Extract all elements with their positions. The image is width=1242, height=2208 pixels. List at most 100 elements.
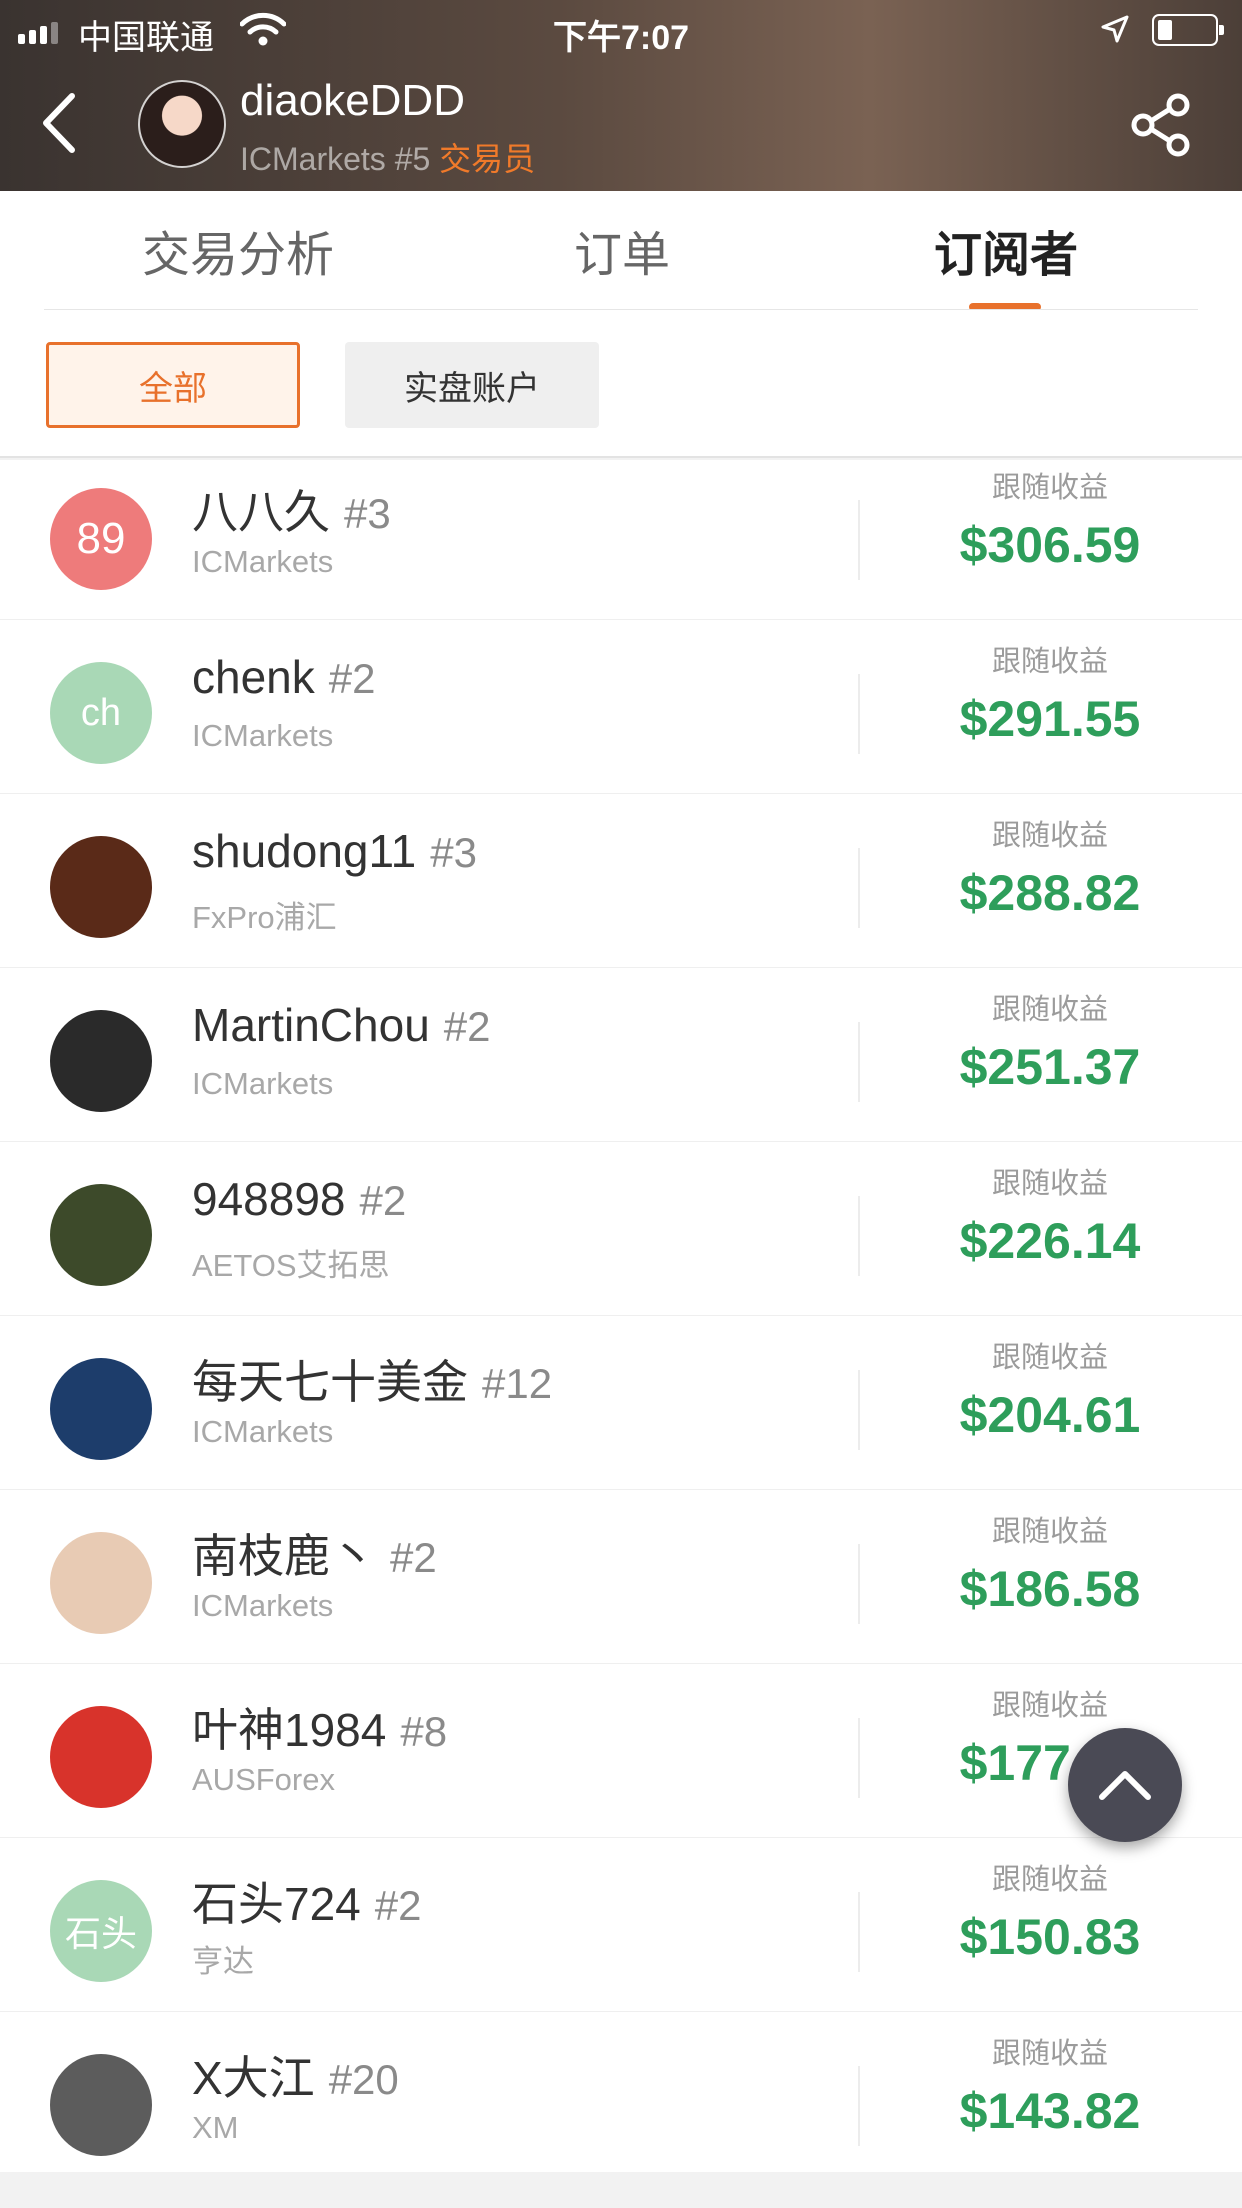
trader-name: diaokeDDD	[240, 76, 465, 125]
clock: 下午7:07	[552, 19, 690, 57]
subscriber-name-line: 八八久 #3	[192, 476, 391, 542]
list-item[interactable]: 石头 石头724 #2 亨达 跟随收益 $150.83	[0, 1838, 1242, 2012]
row-divider	[858, 1196, 860, 1276]
profit-value: $204.61	[959, 1387, 1141, 1443]
profit-label: 跟随收益	[991, 820, 1108, 852]
tab-bar: 交易分析 订单 订阅者	[0, 191, 1242, 311]
row-divider	[858, 500, 860, 580]
subscriber-rank: #2	[443, 1003, 491, 1050]
subscriber-name: 石头724	[192, 1878, 361, 1930]
subscriber-broker: ICMarkets	[192, 718, 334, 753]
subscriber-rank: #3	[344, 490, 391, 537]
subscriber-avatar	[50, 2054, 152, 2156]
subscriber-broker: ICMarkets	[192, 1588, 334, 1623]
back-chevron-icon[interactable]	[36, 88, 86, 158]
header: 中国联通 下午7:07 diaokeDDD ICMarkets #5 交易员	[0, 0, 1242, 191]
tab-orders[interactable]: 订单	[574, 215, 670, 285]
list-item[interactable]: 南枝鹿丶 #2 ICMarkets 跟随收益 $186.58	[0, 1490, 1242, 1664]
profit-value: $150.83	[959, 1909, 1141, 1965]
subscriber-broker: ICMarkets	[192, 544, 334, 579]
subscriber-broker: XM	[192, 2110, 239, 2145]
subscriber-rank: #8	[400, 1708, 448, 1755]
subscriber-avatar: 石头	[50, 1880, 152, 1982]
filter-bar: 全部 实盘账户	[0, 310, 1242, 458]
subscriber-name-line: 南枝鹿丶 #2	[192, 1520, 437, 1586]
list-footer	[0, 2172, 1242, 2208]
trader-broker-rank: ICMarkets #5	[240, 141, 431, 177]
subscriber-name: MartinChou	[192, 999, 430, 1051]
filter-all-button[interactable]: 全部	[46, 342, 300, 428]
subscriber-broker: FxPro浦汇	[192, 900, 337, 935]
subscriber-avatar: ch	[50, 662, 152, 764]
row-divider	[858, 674, 860, 754]
profit-label: 跟随收益	[991, 1516, 1108, 1548]
trader-role-badge: 交易员	[439, 141, 536, 177]
share-icon[interactable]	[1128, 92, 1194, 158]
subscriber-name: shudong11	[192, 825, 417, 877]
profit-label: 跟随收益	[991, 1342, 1108, 1374]
profit-label: 跟随收益	[991, 1864, 1108, 1896]
subscriber-avatar	[50, 1184, 152, 1286]
subscriber-rank: #20	[328, 2056, 399, 2103]
subscriber-broker: AUSForex	[192, 1762, 335, 1797]
profit-value: $291.55	[959, 691, 1141, 747]
scroll-to-top-button[interactable]	[1068, 1728, 1182, 1842]
row-divider	[858, 1892, 860, 1972]
subscriber-rank: #2	[359, 1177, 407, 1224]
list-item[interactable]: MartinChou #2 ICMarkets 跟随收益 $251.37	[0, 968, 1242, 1142]
row-divider	[858, 1718, 860, 1798]
list-item[interactable]: 89 八八久 #3 ICMarkets 跟随收益 $306.59	[0, 460, 1242, 620]
location-arrow-icon	[1101, 15, 1129, 43]
subscriber-avatar	[50, 1532, 152, 1634]
profit-label: 跟随收益	[991, 1690, 1108, 1722]
row-divider	[858, 1022, 860, 1102]
list-item[interactable]: 每天七十美金 #12 ICMarkets 跟随收益 $204.61	[0, 1316, 1242, 1490]
subscriber-name-line: shudong11 #3	[192, 824, 477, 878]
trader-avatar[interactable]	[138, 80, 226, 168]
subscriber-name: X大江	[192, 2052, 315, 2104]
subscriber-name: chenk	[192, 651, 315, 703]
subscriber-broker: ICMarkets	[192, 1066, 334, 1101]
row-divider	[858, 1370, 860, 1450]
list-item[interactable]: 948898 #2 AETOS艾拓思 跟随收益 $226.14	[0, 1142, 1242, 1316]
subscriber-avatar	[50, 836, 152, 938]
filter-live-account-button[interactable]: 实盘账户	[345, 342, 599, 428]
profit-label: 跟随收益	[991, 994, 1108, 1026]
subscriber-broker: ICMarkets	[192, 1414, 334, 1449]
chevron-up-icon	[1099, 1771, 1151, 1800]
list-item[interactable]: shudong11 #3 FxPro浦汇 跟随收益 $288.82	[0, 794, 1242, 968]
subscriber-rank: #2	[374, 1882, 422, 1929]
subscriber-avatar: 89	[50, 488, 152, 590]
profit-value: $306.59	[959, 517, 1141, 573]
profit-label: 跟随收益	[991, 646, 1108, 678]
subscriber-rank: #12	[482, 1360, 553, 1407]
subscriber-name: 八八久	[192, 486, 330, 538]
subscriber-broker: 亨达	[192, 1944, 254, 1979]
subscriber-name-line: 每天七十美金 #12	[192, 1346, 552, 1412]
list-item[interactable]: X大江 #20 XM 跟随收益 $143.82	[0, 2012, 1242, 2172]
subscriber-rank: #2	[328, 655, 376, 702]
subscriber-broker: AETOS艾拓思	[192, 1248, 390, 1283]
subscriber-list: 89 八八久 #3 ICMarkets 跟随收益 $306.59 ch chenk #2 ICMa…	[0, 460, 1242, 2172]
list-item[interactable]: 叶神1984 #8 AUSForex 跟随收益 $177.65	[0, 1664, 1242, 1838]
subscriber-name-line: 石头724 #2	[192, 1868, 421, 1934]
subscriber-name-line: X大江 #20	[192, 2042, 399, 2108]
subscriber-avatar	[50, 1010, 152, 1112]
subscriber-name: 南枝鹿丶	[192, 1530, 376, 1582]
status-bar: 中国联通 下午7:07	[0, 0, 1242, 62]
profit-value: $251.37	[959, 1039, 1141, 1095]
tab-subscribers[interactable]: 订阅者	[934, 215, 1078, 285]
subscriber-name-line: 叶神1984 #8	[192, 1694, 447, 1760]
subscriber-name-line: chenk #2	[192, 650, 375, 704]
subscriber-name-line: 948898 #2	[192, 1172, 406, 1226]
list-item[interactable]: ch chenk #2 ICMarkets 跟随收益 $291.55	[0, 620, 1242, 794]
subscriber-rank: #3	[430, 829, 477, 876]
profit-label: 跟随收益	[991, 2038, 1108, 2070]
trader-subtitle: ICMarkets #5 交易员	[240, 134, 535, 180]
subscriber-rank: #2	[390, 1534, 437, 1581]
profit-value: $186.58	[959, 1561, 1141, 1617]
subscriber-name: 叶神1984	[192, 1704, 387, 1756]
row-divider	[858, 1544, 860, 1624]
tab-trade-analysis[interactable]: 交易分析	[142, 215, 334, 285]
subscriber-avatar	[50, 1358, 152, 1460]
